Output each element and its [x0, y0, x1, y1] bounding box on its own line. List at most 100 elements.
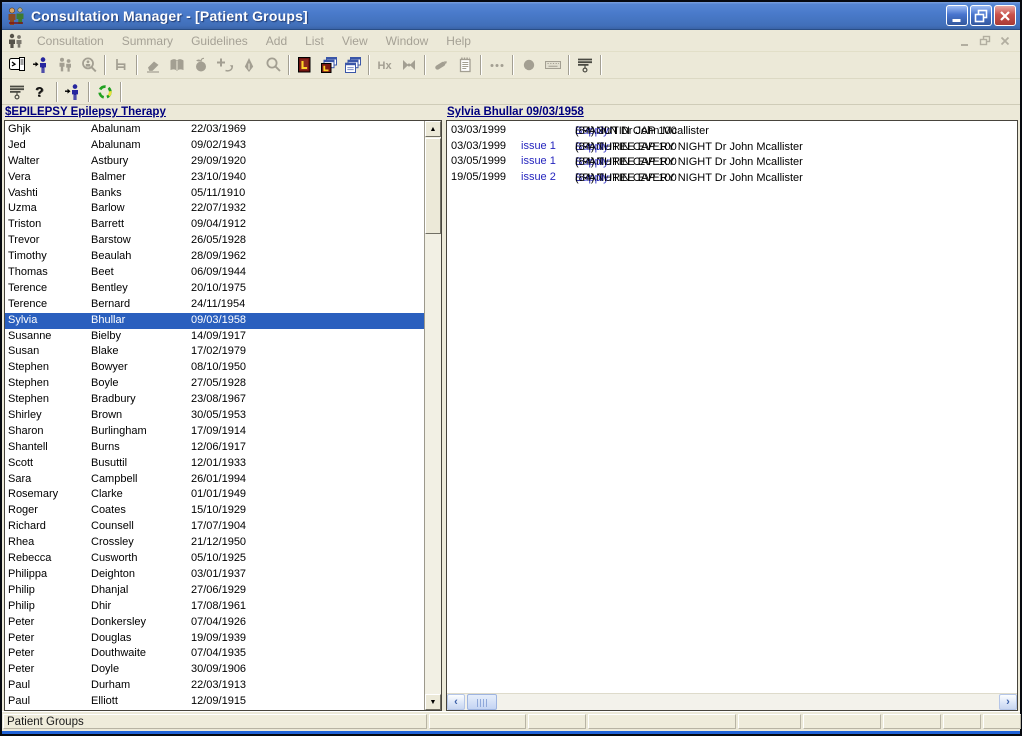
patient-row[interactable]: RebeccaCusworth05/10/1925: [5, 551, 424, 567]
patient-first-name: Vera: [8, 171, 31, 183]
list-view-icon[interactable]: [573, 54, 597, 76]
patient-group-icon: [53, 54, 77, 76]
patient-row[interactable]: ScottBusuttil12/01/1933: [5, 456, 424, 472]
patient-surname: Banks: [91, 187, 122, 199]
record-date: 03/03/1999: [451, 140, 506, 152]
patient-row[interactable]: PhilippaDeighton03/01/1937: [5, 567, 424, 583]
patient-list: GhjkAbalunam22/03/1969JedAbalunam09/02/1…: [5, 122, 424, 710]
patient-row[interactable]: RosemaryClarke01/01/1949: [5, 487, 424, 503]
patient-row[interactable]: TrevorBarstow26/05/1928: [5, 233, 424, 249]
eraser-icon: [141, 54, 165, 76]
toolbar-separator: [424, 55, 426, 75]
patient-row[interactable]: PhilipDhir17/08/1961: [5, 599, 424, 615]
patient-row[interactable]: UzmaBarlow22/07/1932: [5, 201, 424, 217]
toolbar-separator: [288, 55, 290, 75]
patient-dob: 14/09/1917: [191, 330, 246, 342]
patient-row[interactable]: TerenceBentley20/10/1975: [5, 281, 424, 297]
patient-row[interactable]: WalterAstbury29/09/1920: [5, 154, 424, 170]
minimize-button[interactable]: [946, 5, 968, 26]
patient-row[interactable]: VashtiBanks05/11/1910: [5, 186, 424, 202]
patient-dob: 27/05/1928: [191, 377, 246, 389]
patient-surname: Durham: [91, 679, 130, 691]
patient-row[interactable]: PeterDouglas19/09/1939: [5, 631, 424, 647]
patient-row[interactable]: StephenBoyle27/05/1928: [5, 376, 424, 392]
red-door-l-icon[interactable]: [293, 54, 317, 76]
patient-row[interactable]: StephenBradbury23/08/1967: [5, 392, 424, 408]
patient-first-name: Philip: [8, 600, 35, 612]
menu-help: Help: [437, 32, 480, 50]
record-supply-detail: (84) THREE EVERY NIGHT Dr John Mcalliste…: [575, 172, 803, 184]
hscroll-track[interactable]: [497, 694, 999, 710]
patient-row[interactable]: GhjkAbalunam22/03/1969: [5, 122, 424, 138]
patient-row[interactable]: JedAbalunam09/02/1943: [5, 138, 424, 154]
patient-row[interactable]: PaulElliott12/09/1915: [5, 694, 424, 710]
patient-row[interactable]: SaraCampbell26/01/1994: [5, 472, 424, 488]
patient-row[interactable]: SylviaBhullar09/03/1958: [5, 313, 424, 329]
patient-row[interactable]: RogerCoates15/10/1929: [5, 503, 424, 519]
patient-dob: 19/09/1939: [191, 632, 246, 644]
patient-row[interactable]: TristonBarrett09/04/1912: [5, 217, 424, 233]
book-icon: [165, 54, 189, 76]
patient-row[interactable]: PeterDoyle30/09/1906: [5, 662, 424, 678]
prescription-row[interactable]: 03/03/1999EPANUTIN CAP 100 Supply: (84) …: [447, 123, 1017, 139]
close-button[interactable]: [994, 5, 1016, 26]
patient-row[interactable]: ShantellBurns12/06/1917: [5, 440, 424, 456]
toolbar-separator: [368, 55, 370, 75]
toolbar-separator: [120, 82, 122, 102]
patient-dob: 17/08/1961: [191, 600, 246, 612]
patient-dob: 22/07/1932: [191, 202, 246, 214]
patient-list-scrollbar[interactable]: ▲ ▼: [424, 121, 441, 710]
restore-button[interactable]: [970, 5, 992, 26]
prescription-row[interactable]: 19/05/1999issue 2EPANUTIN CAP 100 Supply…: [447, 170, 1017, 186]
patient-surname: Bhullar: [91, 314, 125, 326]
patient-dob: 23/10/1940: [191, 171, 246, 183]
patient-row[interactable]: TimothyBeaulah28/09/1962: [5, 249, 424, 265]
scroll-up-icon[interactable]: ▲: [425, 121, 441, 137]
patient-dob: 12/06/1917: [191, 441, 246, 453]
patient-row[interactable]: VeraBalmer23/10/1940: [5, 170, 424, 186]
refresh-ring-icon[interactable]: [93, 81, 117, 103]
patient-row[interactable]: ThomasBeet06/09/1944: [5, 265, 424, 281]
patient-first-name: Stephen: [8, 377, 49, 389]
patient-dob: 23/08/1967: [191, 393, 246, 405]
patient-surname: Bernard: [91, 298, 130, 310]
list-view-icon[interactable]: [5, 81, 29, 103]
patient-surname: Douthwaite: [91, 647, 146, 659]
main-area: $EPILEPSY Epilepsy Therapy GhjkAbalunam2…: [2, 105, 1020, 711]
console-window-icon[interactable]: [5, 54, 29, 76]
patient-row[interactable]: PaulDurham22/03/1913: [5, 678, 424, 694]
scroll-left-icon[interactable]: ‹: [447, 694, 465, 710]
patient-row[interactable]: StephenBowyer08/10/1950: [5, 360, 424, 376]
patient-first-name: Timothy: [8, 250, 47, 262]
toolbar-separator: [512, 55, 514, 75]
patient-row[interactable]: RheaCrossley21/12/1950: [5, 535, 424, 551]
ellipsis-icon: [485, 54, 509, 76]
patient-row[interactable]: PeterDouthwaite07/04/1935: [5, 646, 424, 662]
hscroll-thumb[interactable]: [467, 694, 497, 710]
title-bar: Consultation Manager - [Patient Groups]: [2, 2, 1020, 30]
window-stack-icon[interactable]: [341, 54, 365, 76]
patient-row[interactable]: PhilipDhanjal27/06/1929: [5, 583, 424, 599]
patient-row[interactable]: ShirleyBrown30/05/1953: [5, 408, 424, 424]
patient-row[interactable]: SusanBlake17/02/1979: [5, 344, 424, 360]
record-issue: issue 1: [521, 155, 556, 167]
patient-row[interactable]: PeterDonkersley07/04/1926: [5, 615, 424, 631]
patient-row[interactable]: SharonBurlingham17/09/1914: [5, 424, 424, 440]
prescription-row[interactable]: 03/03/1999issue 1EPANUTIN CAP 100 Supply…: [447, 139, 1017, 155]
patient-row[interactable]: RichardCounsell17/07/1904: [5, 519, 424, 535]
patient-surname: Burlingham: [91, 425, 147, 437]
patient-row[interactable]: SusanneBielby14/09/1917: [5, 329, 424, 345]
scroll-thumb[interactable]: [425, 138, 441, 234]
status-pane: [429, 714, 526, 729]
record-hscrollbar[interactable]: ‹ ›: [447, 693, 1017, 710]
select-patient-icon[interactable]: [61, 81, 85, 103]
add-entry-icon: [213, 54, 237, 76]
prescription-row[interactable]: 03/05/1999issue 1EPANUTIN CAP 100 Supply…: [447, 154, 1017, 170]
window-stack-l-icon[interactable]: [317, 54, 341, 76]
select-patient-icon[interactable]: [29, 54, 53, 76]
scroll-right-icon[interactable]: ›: [999, 694, 1017, 710]
patient-row[interactable]: TerenceBernard24/11/1954: [5, 297, 424, 313]
scroll-down-icon[interactable]: ▼: [425, 694, 441, 710]
help-icon[interactable]: ??: [29, 81, 53, 103]
record-circle-icon: [517, 54, 541, 76]
